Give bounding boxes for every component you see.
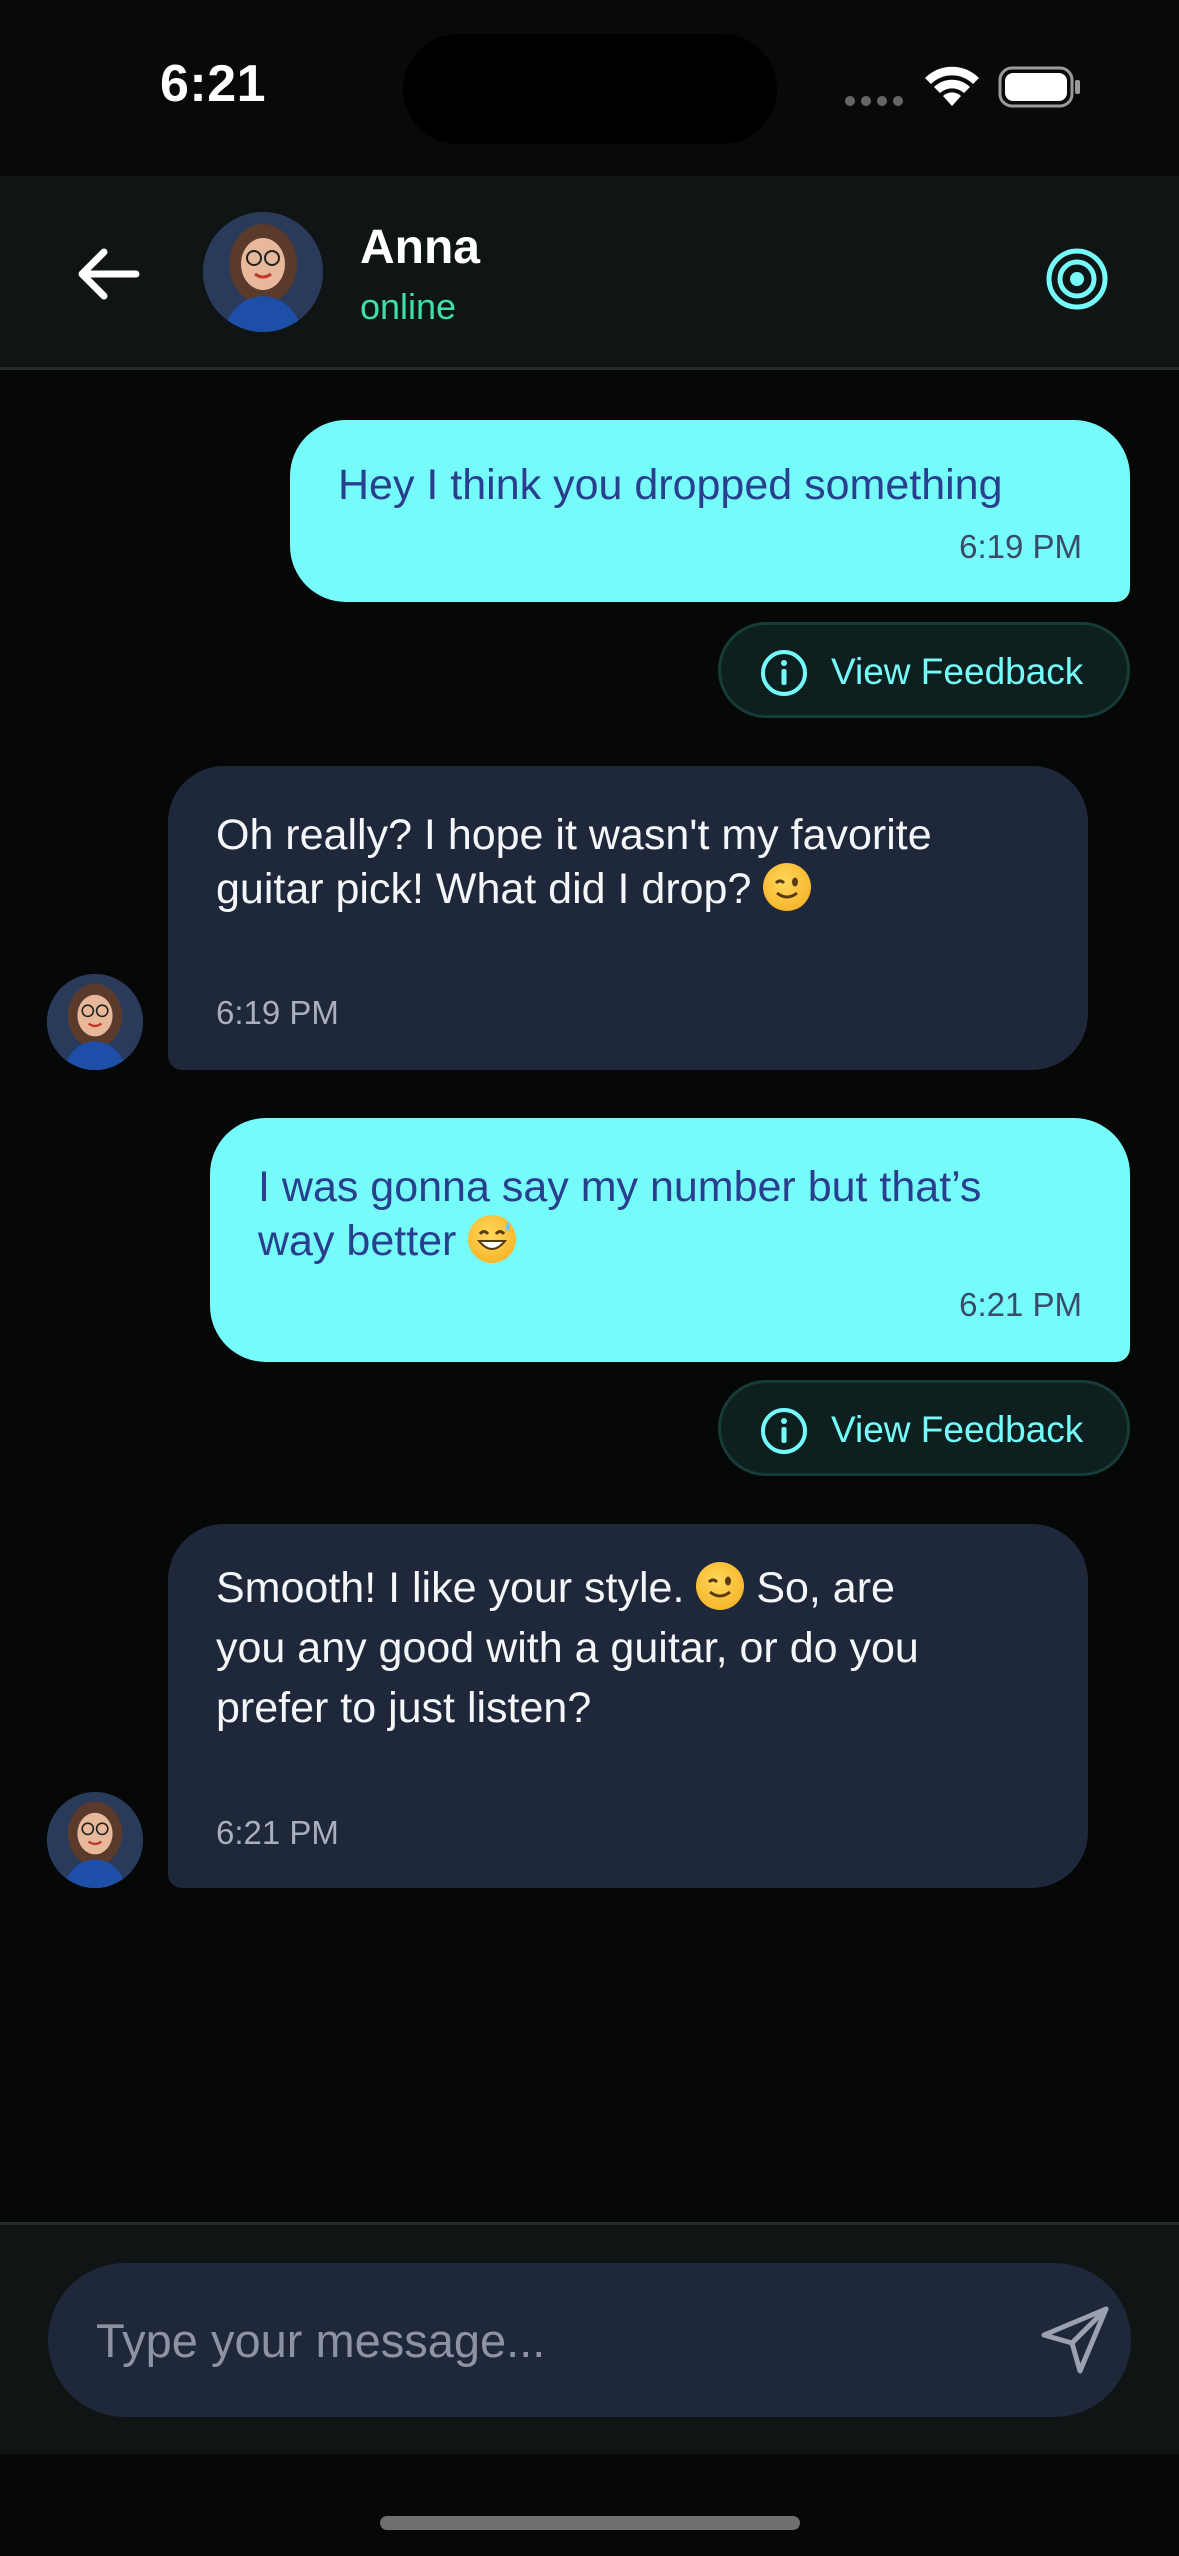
message-text: Hey I think you dropped something	[338, 461, 1003, 509]
received-message-bubble[interactable]: Smooth! I like your style. So, are you a…	[168, 1524, 1088, 1888]
message-input-container	[48, 2263, 1131, 2417]
message-line: guitar pick! What did I drop?	[216, 865, 752, 913]
message-text: Oh really? I hope it wasn't my favorite …	[216, 808, 932, 916]
message-input[interactable]	[96, 2303, 996, 2377]
grinning-face-with-sweat-emoji-icon	[468, 1215, 517, 1263]
sent-message-bubble[interactable]: Hey I think you dropped something 6:19 P…	[290, 420, 1130, 602]
message-composer	[0, 2222, 1179, 2454]
chat-header: Anna online	[0, 176, 1179, 370]
wifi-icon	[925, 66, 979, 106]
sent-message-bubble[interactable]: I was gonna say my number but that’s way…	[210, 1118, 1130, 1362]
received-message-bubble[interactable]: Oh really? I hope it wasn't my favorite …	[168, 766, 1088, 1070]
view-feedback-label: View Feedback	[831, 651, 1084, 692]
message-line: I was gonna say my number but that’s	[258, 1163, 982, 1211]
chat-screen: 6:21 Anna online Hey I think you dropped…	[0, 0, 1179, 2556]
message-time: 6:19 PM	[216, 994, 339, 1031]
online-status: online	[360, 286, 457, 327]
message-line: Oh really? I hope it wasn't my favorite	[216, 811, 932, 859]
dynamic-island	[403, 34, 777, 144]
status-time: 6:21	[160, 55, 267, 113]
contact-avatar-small[interactable]	[47, 1792, 143, 1888]
view-feedback-button[interactable]: View Feedback	[718, 1380, 1130, 1476]
message-line: So, are	[756, 1564, 895, 1612]
message-line: prefer to just listen?	[216, 1684, 592, 1732]
message-time: 6:21 PM	[959, 1286, 1082, 1323]
contact-avatar-small[interactable]	[47, 974, 143, 1070]
paper-plane-icon[interactable]	[1034, 2299, 1116, 2381]
battery-icon	[998, 66, 1080, 108]
status-bar: 6:21	[0, 0, 1179, 176]
message-text: Smooth! I like your style. So, are you a…	[216, 1558, 919, 1738]
winking-face-emoji-icon	[763, 863, 812, 911]
message-text: I was gonna say my number but that’s way…	[258, 1160, 981, 1268]
message-time: 6:21 PM	[216, 1814, 339, 1851]
home-indicator[interactable]	[380, 2516, 800, 2530]
view-feedback-label: View Feedback	[831, 1409, 1084, 1450]
contact-avatar[interactable]	[203, 212, 323, 332]
message-line: way better	[258, 1217, 457, 1265]
contact-name: Anna	[360, 221, 480, 274]
winking-face-emoji-icon	[696, 1562, 745, 1610]
message-line: you any good with a guitar, or do you	[216, 1624, 919, 1672]
cellular-signal-icon	[845, 96, 903, 106]
message-line: Smooth! I like your style.	[216, 1564, 685, 1612]
view-feedback-button[interactable]: View Feedback	[718, 622, 1130, 718]
target-icon[interactable]	[1042, 244, 1112, 314]
back-arrow-icon[interactable]	[74, 244, 144, 304]
info-icon	[761, 1408, 807, 1454]
message-time: 6:19 PM	[959, 528, 1082, 565]
info-icon	[761, 650, 807, 696]
